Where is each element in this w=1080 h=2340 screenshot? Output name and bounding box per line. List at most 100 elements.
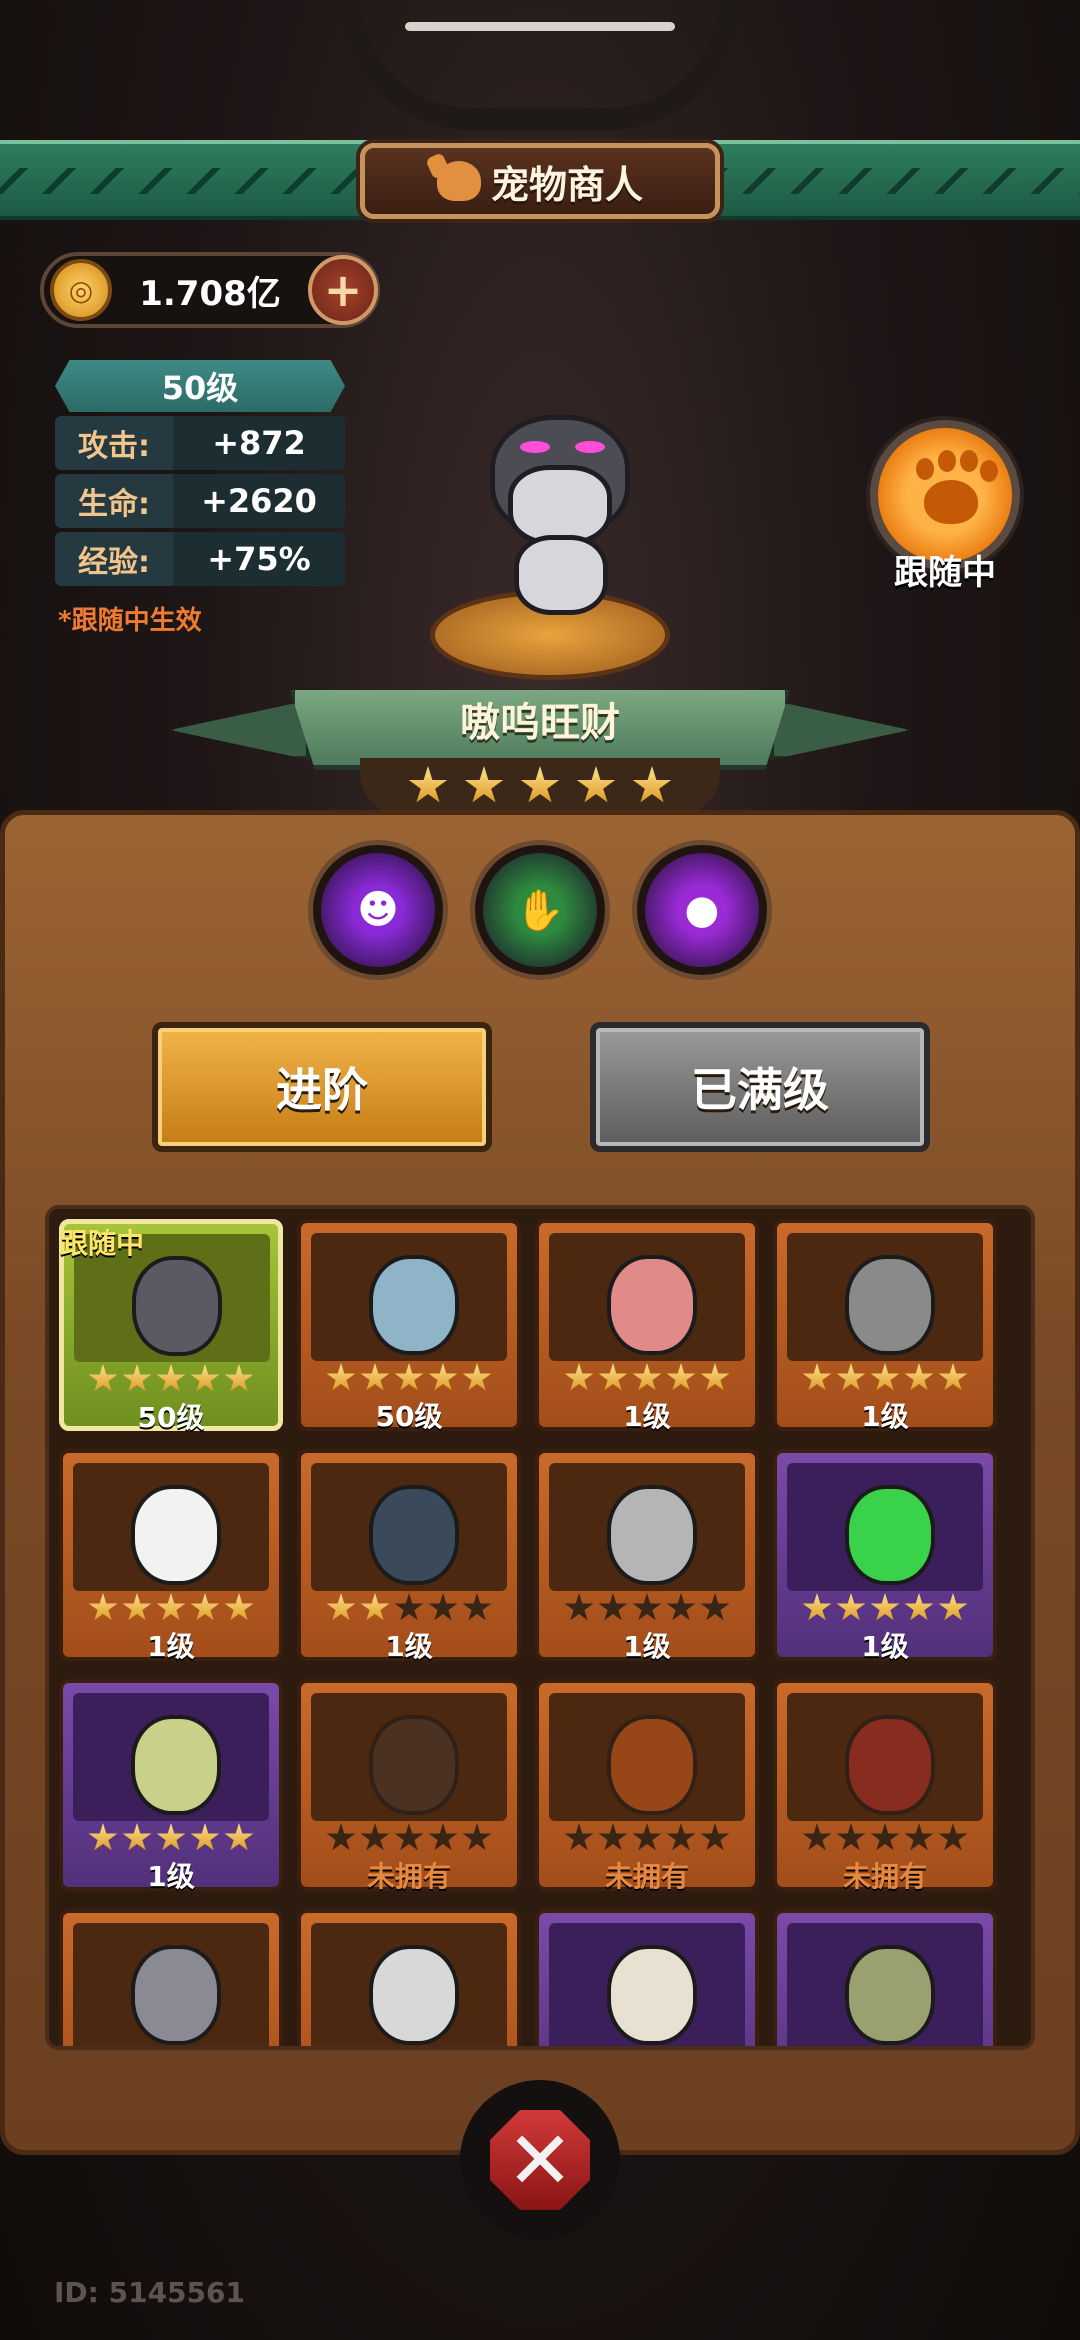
star-icon	[520, 766, 560, 803]
pet-card-level: 1级	[623, 1400, 671, 1433]
star-icon	[666, 1823, 696, 1851]
pet-card-portrait	[73, 1693, 269, 1821]
pet-star-rating	[360, 758, 720, 814]
star-icon	[394, 1593, 424, 1621]
add-currency-button[interactable]: +	[308, 255, 378, 325]
pet-card-green-frog-pet[interactable]: 1级	[773, 1449, 997, 1663]
clown-pet-icon	[369, 1945, 459, 2045]
user-id: ID: 5145561	[54, 2276, 245, 2309]
star-icon	[326, 1823, 356, 1851]
pet-card-fire-dragon-pet[interactable]: 未拥有	[535, 1679, 759, 1893]
star-icon	[870, 1593, 900, 1621]
pet-card-portrait	[787, 1233, 983, 1361]
pet-card-forest-spirit-pet[interactable]: 1级	[59, 1679, 283, 1893]
stats-note: *跟随中生效	[58, 606, 202, 636]
star-icon	[326, 1593, 356, 1621]
stat-value: +872	[173, 416, 345, 470]
star-icon	[88, 1364, 118, 1392]
star-icon	[598, 1823, 628, 1851]
pet-card-stars	[64, 1364, 278, 1394]
gray-wolf-pet-icon	[132, 1256, 222, 1356]
currency-amount: 1.708亿	[139, 273, 281, 314]
star-icon	[938, 1363, 968, 1391]
pet-card-plague-crow-pet[interactable]: 1级	[297, 1449, 521, 1663]
pet-card-helmet-chick-pet[interactable]: 1级	[773, 1219, 997, 1433]
pet-card-level: 50级	[137, 1401, 205, 1434]
follow-status-label: 跟随中	[894, 553, 996, 593]
star-icon	[836, 1823, 866, 1851]
star-icon	[938, 1823, 968, 1851]
star-icon	[632, 766, 672, 803]
green-claw-icon[interactable]: ✋	[475, 845, 605, 975]
stat-row-attack: 攻击: +872	[55, 416, 345, 470]
star-icon	[88, 1593, 118, 1621]
pet-card-portrait	[549, 1923, 745, 2046]
pet-card-clown-pet[interactable]	[297, 1909, 521, 2046]
star-icon	[564, 1593, 594, 1621]
purple-bubble-icon[interactable]: ●	[637, 845, 767, 975]
pet-card-stars	[301, 1823, 517, 1853]
currency-display: ◎ 1.708亿 +	[40, 252, 380, 328]
gauntlet-pet-icon	[131, 1945, 221, 2045]
plague-crow-pet-icon	[369, 1485, 459, 1585]
pet-grid: 50级 50级 1级 1级 1级 1级 1级 1级 1级 未拥有 未拥有 未拥有	[45, 1205, 1035, 2050]
pet-card-rooster-pet[interactable]	[535, 1909, 759, 2046]
star-icon	[408, 766, 448, 803]
featured-pet-image	[480, 405, 640, 625]
star-icon	[904, 1363, 934, 1391]
pet-card-portrait	[787, 1693, 983, 1821]
advance-button[interactable]: 进阶	[152, 1022, 492, 1152]
pet-merchant-screen: 宠物商人 ◎ 1.708亿 + 50级 攻击: +872 生命: +2620 经…	[0, 0, 1080, 2340]
skill-list: ☻ ✋ ●	[0, 845, 1080, 975]
star-icon	[904, 1593, 934, 1621]
shadow-demon-icon[interactable]: ☻	[313, 845, 443, 975]
ice-spider-pet-icon	[369, 1255, 459, 1355]
star-icon	[462, 1593, 492, 1621]
star-icon	[598, 1363, 628, 1391]
max-level-button[interactable]: 已满级	[590, 1022, 930, 1152]
star-icon	[462, 1363, 492, 1391]
pet-card-level: 未拥有	[604, 1860, 689, 1893]
pet-card-daruma-pet[interactable]: 未拥有	[773, 1679, 997, 1893]
star-icon	[224, 1823, 254, 1851]
home-indicator	[405, 22, 675, 31]
pet-card-knight-pet[interactable]: 1级	[535, 1449, 759, 1663]
star-icon	[122, 1593, 152, 1621]
star-icon	[360, 1593, 390, 1621]
pet-card-ronin-goose-pet[interactable]: 1级	[59, 1449, 283, 1663]
stat-value: +75%	[173, 532, 345, 586]
pet-card-gauntlet-pet[interactable]	[59, 1909, 283, 2046]
pet-card-ice-spider-pet[interactable]: 50级	[297, 1219, 521, 1433]
star-icon	[632, 1363, 662, 1391]
star-icon	[836, 1363, 866, 1391]
stat-label: 攻击:	[78, 429, 150, 464]
close-button[interactable]: ✕	[460, 2080, 620, 2240]
star-icon	[632, 1593, 662, 1621]
star-icon	[428, 1593, 458, 1621]
pet-card-portrait	[311, 1923, 507, 2046]
star-icon	[190, 1823, 220, 1851]
pet-card-stars	[539, 1593, 755, 1623]
pet-card-level: 未拥有	[842, 1860, 927, 1893]
stat-label: 生命:	[78, 487, 150, 522]
star-icon	[394, 1823, 424, 1851]
pet-card-level: 1级	[623, 1630, 671, 1663]
pet-card-mimic-chest-pet[interactable]: 未拥有	[297, 1679, 521, 1893]
stat-value: +2620	[173, 474, 345, 528]
pet-card-stars	[301, 1363, 517, 1393]
pet-card-level: 未拥有	[366, 1860, 451, 1893]
pet-card-zombie-bird-pet[interactable]	[773, 1909, 997, 2046]
pet-card-pink-boar-pet[interactable]: 1级	[535, 1219, 759, 1433]
paw-icon	[924, 480, 978, 524]
ribbon-right-tail	[770, 700, 910, 760]
star-icon	[870, 1363, 900, 1391]
star-icon	[156, 1823, 186, 1851]
star-icon	[462, 1823, 492, 1851]
zombie-bird-pet-icon	[845, 1945, 935, 2045]
following-tag: 跟随中	[60, 1227, 145, 1260]
pet-card-portrait	[311, 1693, 507, 1821]
dog-head-icon	[436, 161, 481, 201]
star-icon	[156, 1593, 186, 1621]
stat-label: 经验:	[78, 545, 150, 580]
star-icon	[464, 766, 504, 803]
